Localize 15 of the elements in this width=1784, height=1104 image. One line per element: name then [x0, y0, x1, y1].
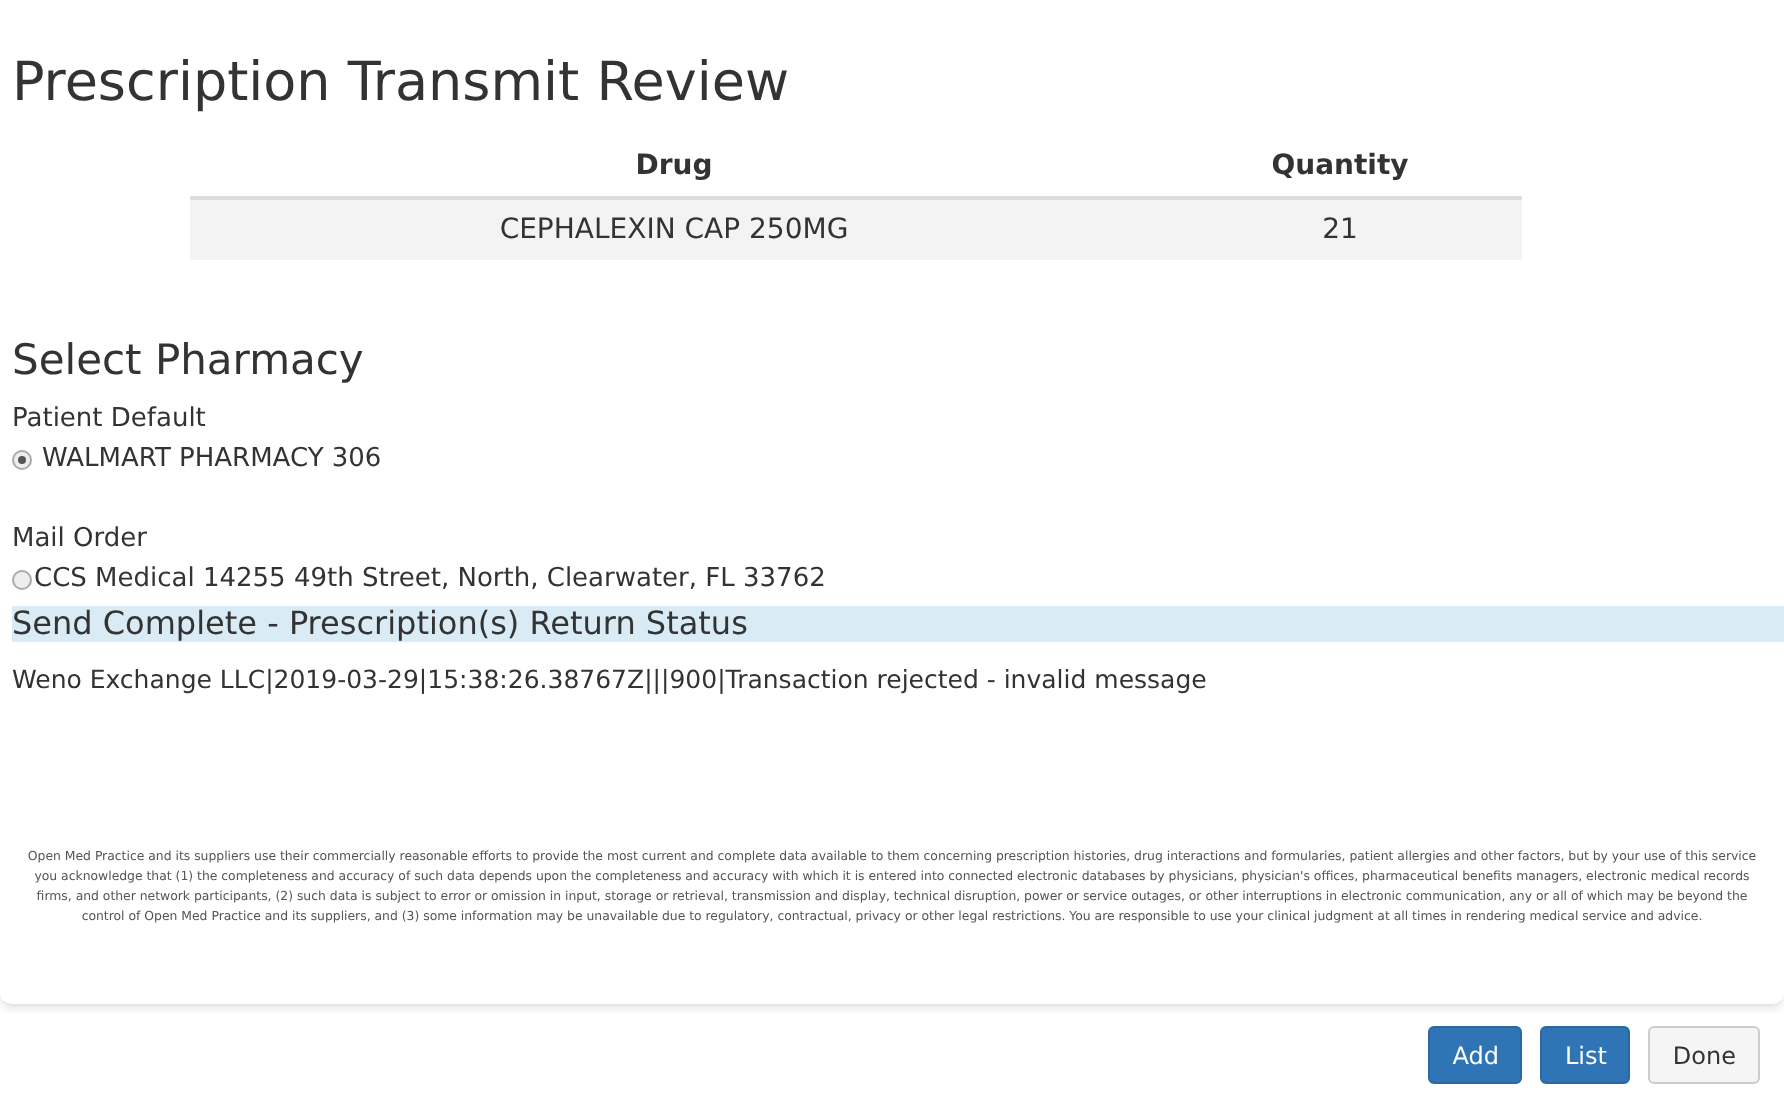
action-button[interactable]: Done — [1648, 1026, 1760, 1084]
status-message: Weno Exchange LLC|2019-03-29|15:38:26.38767Z|||900|Transaction rejected - invalid message — [12, 664, 1209, 696]
status-heading: Send Complete - Prescription(s) Return Status — [12, 606, 1784, 642]
radio-button[interactable] — [12, 570, 32, 590]
action-button[interactable]: Add — [1428, 1026, 1523, 1084]
pharmacy-option[interactable]: CCS Medical 14255 49th Street, North, Clearwater, FL 33762 — [34, 560, 826, 600]
table-cell: CEPHALEXIN CAP 250MG — [190, 198, 1158, 260]
action-button[interactable]: List — [1540, 1026, 1631, 1084]
page-title: Prescription Transmit Review — [12, 50, 792, 118]
table-cell: 21 — [1158, 198, 1522, 260]
section-heading: Select Pharmacy — [12, 334, 366, 388]
group-label: Mail Order — [12, 522, 149, 558]
group-label: Patient Default — [12, 402, 208, 438]
pharmacy-option[interactable]: WALMART PHARMACY 306 — [42, 440, 382, 480]
radio-button[interactable] — [12, 450, 32, 470]
